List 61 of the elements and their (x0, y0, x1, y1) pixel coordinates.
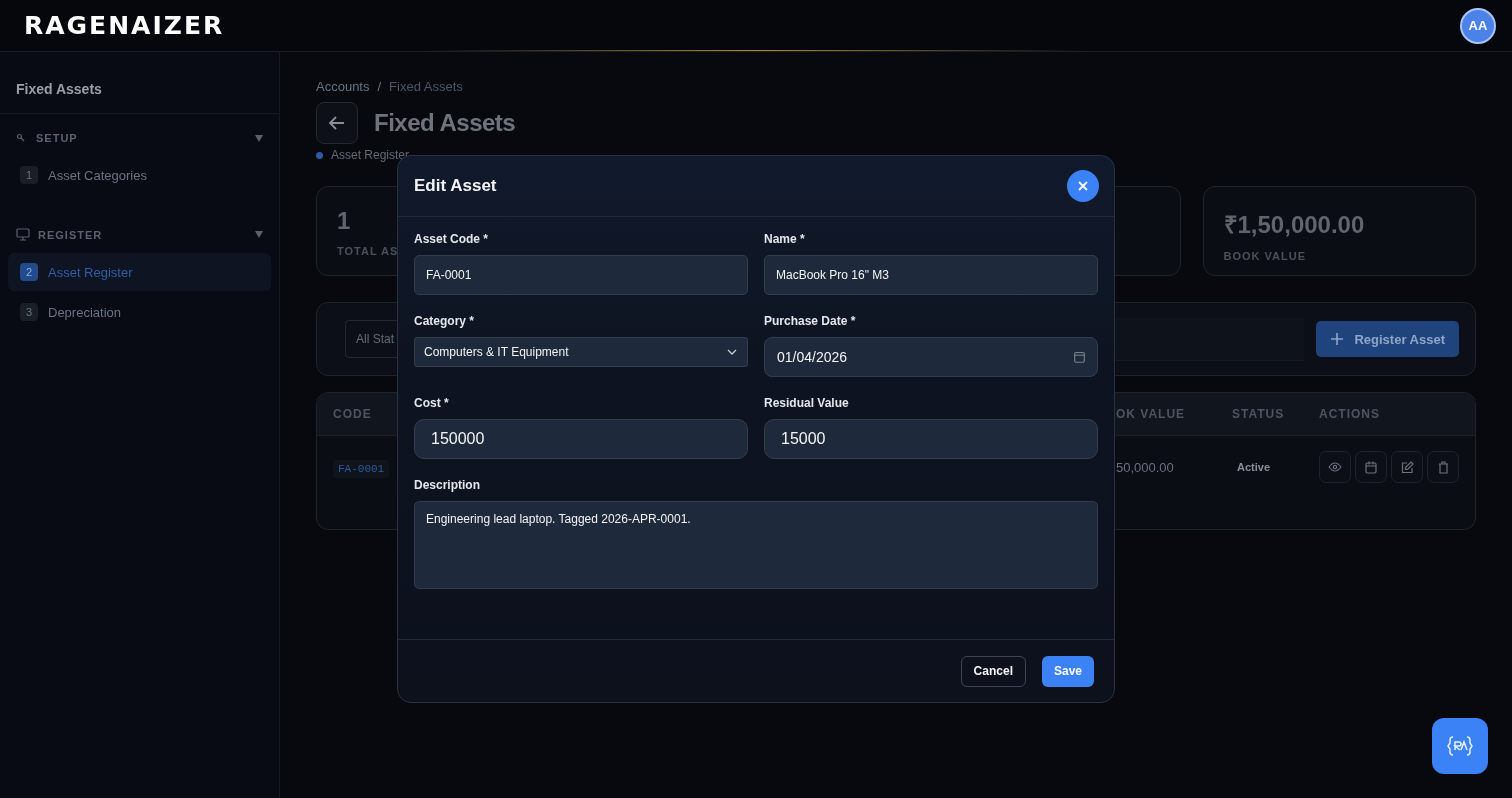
plus-icon (1330, 332, 1345, 346)
stat-value: ₹1,50,000.00 (1223, 210, 1366, 240)
field-label: Asset Code * (414, 232, 490, 246)
assistant-button[interactable] (1432, 718, 1488, 774)
field-label: Purchase Date * (764, 314, 857, 328)
sidebar-item[interactable]: 3 Depreciation (8, 293, 271, 331)
logo[interactable]: RAGENAIZER (24, 11, 225, 40)
arrow-left-icon (329, 116, 345, 130)
edit-button[interactable] (1391, 451, 1423, 483)
dialog-title: Edit Asset (414, 176, 497, 196)
back-button[interactable] (316, 102, 358, 144)
column-header: CODE (332, 407, 373, 421)
field-label: Residual Value (764, 396, 850, 410)
save-button[interactable]: Save (1041, 655, 1094, 687)
delete-button[interactable] (1427, 451, 1459, 483)
stat-value: 1 (337, 207, 352, 235)
table-cell-text: 50,000.00 (1116, 459, 1175, 475)
breadcrumb-separator: / (377, 79, 382, 94)
calendar-button[interactable] (1355, 451, 1387, 483)
field-label: Name * (764, 232, 806, 246)
caret-icon (255, 134, 263, 142)
register-asset-button[interactable]: Register Asset (1316, 321, 1459, 357)
date-field[interactable]: 01/04/2026 (764, 337, 1098, 377)
calendar-icon (1074, 351, 1085, 363)
column-header: STATUS (1231, 407, 1286, 421)
breadcrumb-current: Fixed Assets (389, 79, 463, 94)
calendar-icon (1365, 460, 1377, 474)
column-header: ACTIONS (1318, 407, 1381, 421)
input-field[interactable]: 150000 (414, 419, 748, 459)
page-subtitle: Asset Register (331, 148, 410, 162)
status-text: Active (1236, 461, 1272, 473)
input-field[interactable]: MacBook Pro 16" M3 (764, 255, 1098, 295)
view-button[interactable] (1319, 451, 1351, 483)
stat-label: TOTAL AS (337, 245, 400, 257)
status-dot (316, 151, 323, 159)
edit-icon (1400, 460, 1414, 474)
input-field[interactable]: FA-0001 (414, 255, 748, 295)
sidebar-item[interactable]: 2 Asset Register (8, 253, 271, 291)
trash-icon (1437, 460, 1449, 474)
select-field[interactable]: Computers & IT Equipment (414, 337, 748, 367)
cancel-button[interactable]: Cancel (960, 655, 1026, 687)
monitor-icon (16, 228, 30, 241)
chevron-down-icon (727, 349, 737, 355)
input-field[interactable]: 15000 (764, 419, 1098, 459)
sidebar-title: Fixed Assets (0, 52, 279, 114)
assistant-logo-icon (1447, 735, 1473, 757)
close-icon (1078, 181, 1088, 191)
column-header: OK VALUE (1116, 407, 1187, 421)
field-label: Cost * (414, 396, 450, 410)
field-label: Category * (414, 314, 476, 328)
page-title: Fixed Assets (374, 109, 516, 137)
user-avatar[interactable]: AA (1460, 7, 1496, 44)
eye-icon (1328, 462, 1342, 472)
close-button[interactable] (1067, 170, 1099, 202)
breadcrumb-link[interactable]: Accounts (316, 79, 370, 94)
stat-label: BOOK VALUE (1223, 250, 1308, 262)
sidebar-item[interactable]: 1 Asset Categories (8, 156, 271, 194)
description-field[interactable]: Engineering lead laptop. Tagged 2026-APR-0001. (414, 501, 1098, 589)
asset-code: FA-0001 (333, 460, 390, 478)
field-label: Description (414, 478, 481, 492)
caret-icon (255, 231, 263, 238)
